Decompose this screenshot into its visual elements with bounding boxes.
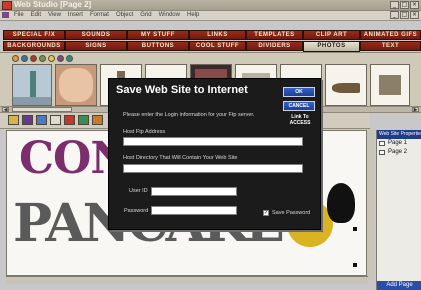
category-dot[interactable] [21,55,28,62]
category-dot[interactable] [57,55,64,62]
color-icon[interactable] [92,115,103,125]
preview-icon[interactable] [36,115,47,125]
layout-icon[interactable] [22,115,33,125]
menu-insert[interactable]: Insert [68,11,83,20]
link-brand-label: ACCESS [289,120,311,126]
menu-object[interactable]: Object [116,11,133,20]
menu-help[interactable]: Help [187,11,199,20]
save-password-label: Save Password [272,210,311,216]
tab-signs[interactable]: SIGNS [65,41,127,51]
user-id-label: User ID [129,188,148,194]
add-page-button[interactable]: Add Page [377,281,421,290]
site-properties-panel: Web Site Properties Page 1 Page 2 Add Pa… [376,130,421,290]
selection-handle[interactable] [353,263,357,267]
page-icon [379,141,385,146]
minimize-button[interactable]: _ [390,1,399,9]
host-ftp-label: Host Ftp Address [123,129,166,135]
menu-bar: File Edit View Insert Format Object Grid… [0,11,421,21]
ok-button[interactable]: OK [283,87,315,97]
tab-row-bottom: BACKGROUNDS SIGNS BUTTONS COOL STUFF DIV… [0,41,421,52]
tab-sounds[interactable]: SOUNDS [65,30,127,40]
tab-clip-art[interactable]: CLIP ART [303,30,360,40]
tab-templates[interactable]: TEMPLATES [246,30,303,40]
close-button[interactable]: × [410,1,419,9]
menu-format[interactable]: Format [90,11,109,20]
save-password-checkbox[interactable]: ✓ [263,210,269,216]
page-icon[interactable] [50,115,61,125]
clipart-thumbnail-statue[interactable] [12,64,52,106]
tab-links[interactable]: LINKS [189,30,246,40]
link-to-access-button[interactable]: Link To ACCESS [285,114,315,126]
cancel-button[interactable]: CANCEL [283,101,315,111]
tab-cool-stuff[interactable]: COOL STUFF [189,41,246,51]
menu-grid[interactable]: Grid [140,11,151,20]
page-label: Page 1 [388,140,408,146]
clipart-thumbnail-object[interactable] [370,64,410,106]
document-icon [2,12,9,18]
clipart-thumbnail-shoe[interactable] [325,64,367,106]
doc-minimize-button[interactable]: _ [390,11,399,19]
scroll-left-arrow-icon[interactable]: ◀ [2,107,9,113]
tab-buttons[interactable]: BUTTONS [127,41,189,51]
open-icon[interactable] [8,115,19,125]
tab-special-fx[interactable]: SPECIAL F/X [3,30,65,40]
user-id-field[interactable] [151,187,237,196]
canvas-horizontal-scrollbar[interactable] [6,276,368,284]
tab-backgrounds[interactable]: BACKGROUNDS [3,41,65,51]
panel-title: Web Site Properties [377,130,421,139]
category-dot[interactable] [39,55,46,62]
category-dot[interactable] [12,55,19,62]
tab-my-stuff[interactable]: MY STUFF [127,30,189,40]
menu-file[interactable]: File [14,11,24,20]
clipart-thumbnail-photo[interactable] [55,64,97,106]
tab-row-top: SPECIAL F/X SOUNDS MY STUFF LINKS TEMPLA… [0,30,421,40]
delete-icon[interactable] [64,115,75,125]
category-dot[interactable] [30,55,37,62]
title-bar: Web Studio [Page 2] _ □ × [0,0,421,11]
menu-window[interactable]: Window [159,11,180,20]
tab-photos[interactable]: PHOTOS [303,41,360,52]
canvas-vertical-scrollbar[interactable] [366,130,374,280]
maximize-button[interactable]: □ [400,1,409,9]
host-ftp-field[interactable] [123,137,303,146]
menu-view[interactable]: View [48,11,61,20]
page-list-item[interactable]: Page 1 [377,139,421,148]
page-list-item[interactable]: Page 2 [377,148,421,157]
menu-edit[interactable]: Edit [31,11,41,20]
tab-animated-gifs[interactable]: ANIMATED GIFS [360,30,421,40]
category-dots [12,55,73,62]
statue-shape [30,71,36,99]
bird-graphic[interactable] [327,183,355,223]
app-window: Web Studio [Page 2] _ □ × File Edit View… [0,0,421,290]
password-label: Password [124,208,149,214]
page-label: Page 2 [388,149,408,155]
window-controls: _ □ × [390,1,419,9]
publish-icon[interactable] [78,115,89,125]
tab-dividers[interactable]: DIVIDERS [246,41,303,51]
window-title: Web Studio [Page 2] [14,0,92,9]
password-field[interactable] [151,206,237,215]
selection-handle[interactable] [353,227,357,231]
host-directory-label: Host Directory That Will Contain Your We… [123,155,238,161]
save-to-internet-dialog: Save Web Site to Internet OK CANCEL Link… [108,78,321,230]
host-directory-field[interactable] [123,164,303,173]
category-dot[interactable] [48,55,55,62]
doc-restore-button[interactable]: □ [400,11,409,19]
app-icon [2,1,12,10]
document-window-controls: _ □ × [390,11,419,19]
scroll-right-arrow-icon[interactable]: ▶ [412,107,419,113]
page-icon [379,150,385,155]
gallery-scroll-thumb[interactable] [12,107,72,112]
category-dot[interactable] [66,55,73,62]
dialog-title: Save Web Site to Internet [116,84,248,96]
dialog-instructions: Please enter the Login information for y… [123,112,255,118]
doc-close-button[interactable]: × [410,11,419,19]
tab-text[interactable]: TEXT [360,41,421,51]
